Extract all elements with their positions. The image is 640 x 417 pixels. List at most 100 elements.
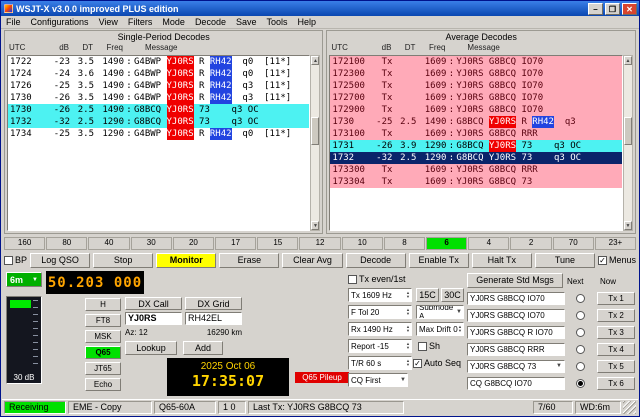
scroll-down-icon[interactable]: ▼ (624, 221, 632, 230)
dropdown-icon[interactable]: ▼ (400, 377, 406, 383)
spinner-arrows-icon[interactable]: ▲▼ (406, 291, 410, 299)
close-button[interactable]: ✕ (622, 3, 637, 15)
left-scrollbar[interactable]: ▲ ▼ (310, 55, 320, 231)
decode-row[interactable]: 173304Tx1609:YJ0RS G8BCQ 73 (330, 176, 622, 188)
mode-button-msk[interactable]: MSK (85, 330, 121, 343)
dropdown-icon[interactable]: ▼ (456, 309, 462, 315)
menu-item-mode[interactable]: Mode (157, 17, 190, 27)
max-drift-spinner[interactable]: Max Drift 0 ▲▼ (416, 322, 464, 336)
band-cell-12[interactable]: 12 (299, 237, 340, 250)
scroll-down-icon[interactable]: ▼ (311, 221, 319, 230)
decode-row[interactable]: 172100Tx1609:YJ0RS G8BCQ IO70 (330, 56, 622, 68)
menu-item-file[interactable]: File (1, 17, 26, 27)
band-cell-30[interactable]: 30 (131, 237, 172, 250)
sh-checkbox-box[interactable] (418, 342, 427, 351)
decode-row[interactable]: 173300Tx1609:YJ0RS G8BCQ RRR (330, 164, 622, 176)
submode-select[interactable]: Submode A ▼ (416, 305, 464, 319)
mode-button-h[interactable]: H (85, 298, 121, 311)
scroll-thumb[interactable] (311, 117, 319, 145)
band-cell-80[interactable]: 80 (46, 237, 87, 250)
tx-now-button-tx2[interactable]: Tx 2 (597, 309, 635, 322)
next-radio[interactable] (576, 294, 585, 303)
scroll-up-icon[interactable]: ▲ (624, 56, 632, 65)
monitor-button[interactable]: Monitor (156, 253, 216, 268)
tune-button[interactable]: Tune (535, 253, 595, 268)
decode-row[interactable]: 1724-243.61490:G4BWP YJ0RS R RH42 q0 [11… (8, 68, 309, 80)
enable-tx-button[interactable]: Enable Tx (409, 253, 469, 268)
mode-button-ft8[interactable]: FT8 (85, 314, 121, 327)
lookup-button[interactable]: Lookup (125, 341, 177, 355)
mode-button-jt65[interactable]: JT65 (85, 362, 121, 375)
next-radio[interactable] (576, 311, 585, 320)
auto-seq-checkbox-box[interactable]: ✓ (413, 359, 422, 368)
tx-message-field[interactable]: YJ0RS G8BCQ 73▼ (467, 360, 565, 373)
decode-row[interactable]: 1730-252.51490:G8BCQ YJ0RS R RH42 q3 (330, 116, 622, 128)
rx-frequency-spinner[interactable]: Rx 1490 Hz ▲▼ (348, 322, 412, 336)
decode-row[interactable]: 173100Tx1609:YJ0RS G8BCQ RRR (330, 128, 622, 140)
menus-checkbox[interactable]: ✓ Menus (598, 255, 636, 265)
tx-now-button-tx3[interactable]: Tx 3 (597, 326, 635, 339)
tx-now-button-tx6[interactable]: Tx 6 (597, 377, 635, 390)
bp-checkbox[interactable]: BP (4, 255, 27, 265)
right-decode-list[interactable]: 172100Tx1609:YJ0RS G8BCQ IO70172300Tx160… (329, 55, 623, 231)
decode-row[interactable]: 1730-263.51490:G4BWP YJ0RS R RH42 q3 [11… (8, 92, 309, 104)
dx-call-label-button[interactable]: DX Call (125, 297, 182, 310)
menu-item-decode[interactable]: Decode (190, 17, 231, 27)
band-cell-40[interactable]: 40 (88, 237, 129, 250)
decode-row[interactable]: 172500Tx1609:YJ0RS G8BCQ IO70 (330, 80, 622, 92)
tx-even-checkbox-box[interactable] (348, 275, 357, 284)
decode-row[interactable]: 1732-322.51290:G8BCQ YJ0RS 73 q3 OC (8, 116, 309, 128)
band-cell-8[interactable]: 8 (384, 237, 425, 250)
decode-row[interactable]: 172300Tx1609:YJ0RS G8BCQ IO70 (330, 68, 622, 80)
generate-std-msgs-button[interactable]: Generate Std Msgs (467, 273, 563, 288)
ftol-spinner[interactable]: F Tol 20 ▲▼ (348, 305, 412, 319)
quick-period-30c-button[interactable]: 30C (441, 288, 464, 302)
tx-now-button-tx1[interactable]: Tx 1 (597, 292, 635, 305)
clear-avg-button[interactable]: Clear Avg (282, 253, 342, 268)
tx-now-button-tx5[interactable]: Tx 5 (597, 360, 635, 373)
decode-row[interactable]: 172700Tx1609:YJ0RS G8BCQ IO70 (330, 92, 622, 104)
spin-down-icon[interactable]: ▼ (406, 363, 410, 367)
dx-grid-input[interactable]: RH42EL (185, 312, 242, 325)
sh-checkbox[interactable]: Sh (418, 341, 440, 351)
scroll-up-icon[interactable]: ▲ (311, 56, 319, 65)
left-decode-list[interactable]: 1722-233.51490:G4BWP YJ0RS R RH42 q0 [11… (7, 55, 310, 231)
decode-row[interactable]: 1732-322.51290:G8BCQ YJ0RS 73 q3 OC (330, 152, 622, 164)
next-radio[interactable] (576, 362, 585, 371)
spin-down-icon[interactable]: ▼ (406, 329, 410, 333)
add-button[interactable]: Add (183, 341, 223, 355)
log-qso-button[interactable]: Log QSO (30, 253, 90, 268)
menu-item-filters[interactable]: Filters (123, 17, 158, 27)
decode-row[interactable]: 172900Tx1609:YJ0RS G8BCQ IO70 (330, 104, 622, 116)
tr-period-spinner[interactable]: T/R 60 s ▲▼ (348, 356, 412, 370)
menus-checkbox-box[interactable]: ✓ (598, 256, 607, 265)
next-radio[interactable] (576, 328, 585, 337)
tx-message-field[interactable]: YJ0RS G8BCQ IO70 (467, 292, 565, 305)
report-spinner[interactable]: Report -15 ▲▼ (348, 339, 412, 353)
decode-row[interactable]: 1731-263.91290:G8BCQ YJ0RS 73 q3 OC (330, 140, 622, 152)
tx-frequency-spinner[interactable]: Tx 1609 Hz ▲▼ (348, 288, 412, 302)
cq-first-select[interactable]: CQ First ▼ (348, 373, 408, 387)
menu-item-help[interactable]: Help (293, 17, 322, 27)
band-select[interactable]: 6m ▼ (6, 272, 42, 287)
mode-button-echo[interactable]: Echo (85, 378, 121, 391)
decode-row[interactable]: 1730-262.51490:G8BCQ YJ0RS 73 q3 OC (8, 104, 309, 116)
decode-button[interactable]: Decode (346, 253, 406, 268)
decode-row[interactable]: 1726-253.51490:G4BWP YJ0RS R RH42 q3 [11… (8, 80, 309, 92)
dx-call-input[interactable]: YJ0RS (125, 312, 182, 325)
dx-grid-label-button[interactable]: DX Grid (185, 297, 242, 310)
decode-row[interactable]: 1734-253.51290:G4BWP YJ0RS R RH42 q0 [11… (8, 128, 309, 140)
band-cell-70[interactable]: 70 (553, 237, 594, 250)
resize-grip-icon[interactable] (623, 401, 636, 414)
halt-tx-button[interactable]: Halt Tx (472, 253, 532, 268)
band-cell-4[interactable]: 4 (468, 237, 509, 250)
band-cell-2[interactable]: 2 (510, 237, 551, 250)
erase-button[interactable]: Erase (219, 253, 279, 268)
dropdown-icon[interactable]: ▼ (556, 361, 562, 372)
menu-item-configurations[interactable]: Configurations (26, 17, 94, 27)
scroll-thumb[interactable] (624, 117, 632, 145)
tx-message-field[interactable]: YJ0RS G8BCQ RRR (467, 343, 565, 356)
tx-message-field[interactable]: YJ0RS G8BCQ R IO70 (467, 326, 565, 339)
title-bar[interactable]: WSJT-X v3.0.0 improved PLUS edition – ❐ … (1, 1, 639, 16)
decode-row[interactable]: 1722-233.51490:G4BWP YJ0RS R RH42 q0 [11… (8, 56, 309, 68)
